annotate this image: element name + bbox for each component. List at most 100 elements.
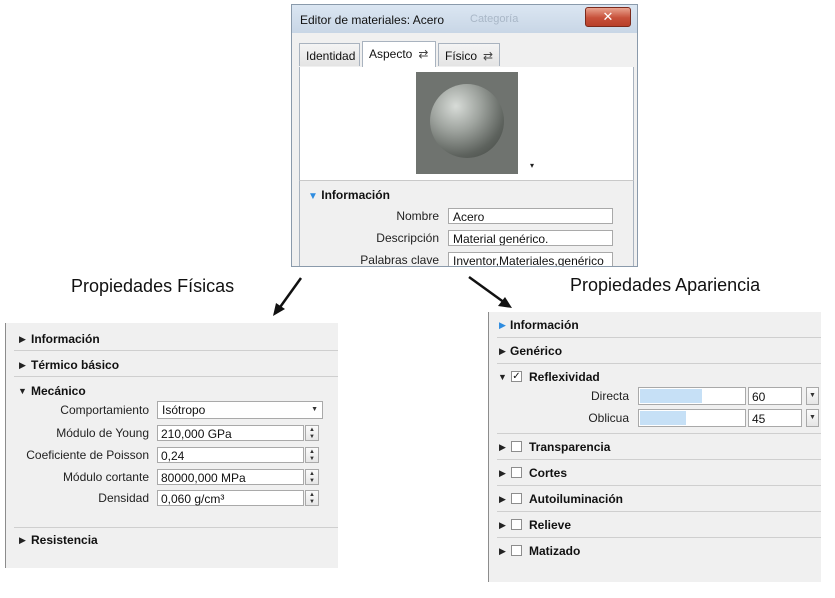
- section-resistencia[interactable]: ▶ Resistencia: [6, 532, 338, 550]
- section-label: Reflexividad: [529, 370, 600, 384]
- info-header-label: Información: [321, 188, 390, 202]
- divider: [497, 511, 821, 512]
- description-label: Descripción: [376, 231, 439, 245]
- young-modulus-field[interactable]: 210,000 GPa: [157, 425, 304, 441]
- section-generico[interactable]: ▶ Genérico: [489, 343, 821, 361]
- section-termico-basico[interactable]: ▶ Térmico básico: [6, 357, 338, 375]
- shear-modulus-stepper[interactable]: ▲ ▼: [305, 469, 319, 485]
- tab-strip: Identidad Aspecto ⇄ Físico ⇄: [299, 41, 632, 68]
- divider: [14, 350, 338, 351]
- keywords-label: Palabras clave: [360, 253, 439, 267]
- shear-modulus-label: Módulo cortante: [62, 470, 149, 484]
- collapsed-triangle-icon: ▶: [19, 334, 26, 344]
- section-label: Resistencia: [31, 533, 98, 547]
- collapsed-triangle-icon: ▶: [499, 442, 506, 452]
- section-label: Información: [31, 332, 100, 346]
- divider: [497, 363, 821, 364]
- bump-checkbox[interactable]: [511, 519, 522, 530]
- poisson-label: Coeficiente de Poisson: [26, 448, 149, 462]
- reflectivity-checkbox[interactable]: ✓: [511, 371, 522, 382]
- preview-dropdown-icon[interactable]: ▾: [530, 161, 534, 170]
- tab-identidad[interactable]: Identidad: [299, 43, 360, 66]
- direct-value-field[interactable]: 60: [748, 387, 802, 405]
- direct-slider[interactable]: [638, 387, 746, 405]
- section-relieve[interactable]: ▶ Relieve: [489, 517, 821, 535]
- physical-properties-panel: ▶ Información ▶ Térmico básico ▼ Mecánic…: [5, 323, 338, 568]
- divider: [497, 337, 821, 338]
- young-modulus-label: Módulo de Young: [56, 426, 149, 440]
- section-label: Información: [510, 318, 579, 332]
- section-label: Cortes: [529, 466, 568, 480]
- poisson-field[interactable]: 0,24: [157, 447, 304, 463]
- appearance-properties-caption: Propiedades Apariencia: [570, 275, 761, 295]
- tab-aspecto[interactable]: Aspecto ⇄: [362, 41, 436, 68]
- chevron-down-icon: ▼: [809, 414, 816, 421]
- section-informacion[interactable]: ▶ Información: [6, 331, 338, 349]
- section-label: Genérico: [510, 344, 563, 358]
- expanded-triangle-icon: ▼: [498, 372, 507, 382]
- divider: [497, 537, 821, 538]
- keywords-field[interactable]: Inventor,Materiales,genérico: [448, 252, 613, 266]
- section-label: Autoiluminación: [529, 492, 623, 506]
- tab-fisico[interactable]: Físico ⇄: [438, 43, 500, 66]
- young-modulus-stepper[interactable]: ▲ ▼: [305, 425, 319, 441]
- dialog-title: Editor de materiales: Acero: [300, 13, 445, 27]
- section-matizado[interactable]: ▶ Matizado: [489, 543, 821, 561]
- expanded-triangle-icon: ▼: [18, 386, 27, 396]
- section-informacion[interactable]: ▶ Información: [489, 317, 821, 335]
- oblique-slider-fill: [640, 411, 686, 425]
- close-button[interactable]: ✕: [585, 7, 631, 27]
- direct-dropdown-button[interactable]: ▼: [806, 387, 819, 405]
- name-field[interactable]: Acero: [448, 208, 613, 224]
- expand-triangle-icon: ▼: [308, 191, 318, 202]
- chevron-down-icon: ▼: [311, 406, 318, 413]
- section-autoiluminacion[interactable]: ▶ Autoiluminación: [489, 491, 821, 509]
- poisson-stepper[interactable]: ▲ ▼: [305, 447, 319, 463]
- arrow-to-appearance-icon: [468, 275, 512, 308]
- section-transparencia[interactable]: ▶ Transparencia: [489, 439, 821, 457]
- material-preview[interactable]: [416, 72, 518, 174]
- collapsed-triangle-icon: ▶: [499, 320, 506, 330]
- section-label: Mecánico: [31, 384, 86, 398]
- collapsed-triangle-icon: ▶: [499, 346, 506, 356]
- density-stepper[interactable]: ▲ ▼: [305, 490, 319, 506]
- name-label: Nombre: [396, 209, 439, 223]
- close-icon: ✕: [602, 9, 614, 24]
- divider: [497, 433, 821, 434]
- divider: [497, 485, 821, 486]
- arrow-to-physical-icon: [273, 277, 303, 316]
- tint-checkbox[interactable]: [511, 545, 522, 556]
- direct-label: Directa: [590, 389, 629, 403]
- collapsed-triangle-icon: ▶: [499, 520, 506, 530]
- section-reflexividad[interactable]: ▼ ✓ Reflexividad: [489, 369, 821, 387]
- shear-modulus-field[interactable]: 80000,000 MPa: [157, 469, 304, 485]
- behavior-select[interactable]: Isótropo ▼: [157, 401, 323, 419]
- divider: [497, 459, 821, 460]
- swap-icon: ⇄: [418, 47, 429, 61]
- self-illumination-checkbox[interactable]: [511, 493, 522, 504]
- oblique-dropdown-button[interactable]: ▼: [806, 409, 819, 427]
- divider: [14, 527, 338, 528]
- info-header[interactable]: ▼ Información: [308, 188, 390, 202]
- info-section: ▼ Información Nombre Acero Descripción M…: [299, 180, 634, 267]
- physical-properties-caption: Propiedades Físicas: [71, 276, 235, 296]
- behavior-value: Isótropo: [162, 403, 206, 417]
- collapsed-triangle-icon: ▶: [499, 468, 506, 478]
- section-label: Relieve: [529, 518, 572, 532]
- collapsed-triangle-icon: ▶: [19, 360, 26, 370]
- oblique-slider[interactable]: [638, 409, 746, 427]
- background-title: Categoría: [470, 13, 519, 25]
- density-field[interactable]: 0,060 g/cm³: [157, 490, 304, 506]
- tab-label: Físico: [445, 49, 478, 63]
- transparency-checkbox[interactable]: [511, 441, 522, 452]
- behavior-label: Comportamiento: [60, 403, 149, 417]
- cutouts-checkbox[interactable]: [511, 467, 522, 478]
- title-bar[interactable]: Editor de materiales: Acero Categoría ✕: [292, 5, 637, 33]
- section-label: Térmico básico: [31, 358, 120, 372]
- oblique-value-field[interactable]: 45: [748, 409, 802, 427]
- description-field[interactable]: Material genérico.: [448, 230, 613, 246]
- section-cortes[interactable]: ▶ Cortes: [489, 465, 821, 483]
- collapsed-triangle-icon: ▶: [499, 546, 506, 556]
- section-label: Transparencia: [529, 440, 611, 454]
- section-mecanico[interactable]: ▼ Mecánico: [6, 383, 338, 401]
